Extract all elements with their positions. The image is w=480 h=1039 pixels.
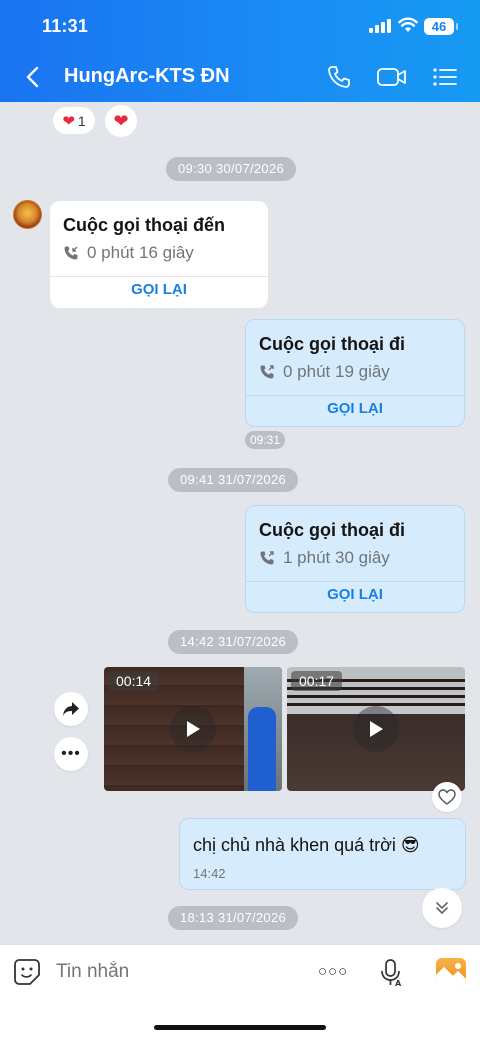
- video-call-icon[interactable]: [376, 64, 408, 90]
- incoming-call-card: Cuộc gọi thoại đến 0 phút 16 giây GỌI LẠ…: [50, 201, 268, 308]
- call-duration-row: 0 phút 19 giây: [259, 362, 390, 382]
- battery-indicator: 46: [424, 18, 458, 35]
- scroll-to-bottom-button[interactable]: [422, 888, 462, 928]
- video-thumbnail[interactable]: 00:17: [287, 667, 465, 791]
- menu-list-icon[interactable]: [432, 64, 458, 90]
- more-dots-icon: •••: [61, 745, 81, 762]
- divider: [246, 581, 464, 582]
- heart-reaction-icon: ❤: [62, 112, 75, 130]
- call-duration-row: 1 phút 30 giây: [259, 548, 390, 568]
- more-actions-icon[interactable]: ○○○: [318, 963, 348, 980]
- video-thumbnail[interactable]: 00:14: [104, 667, 282, 791]
- message-time: 09:31: [245, 431, 286, 449]
- photo-gallery-icon[interactable]: [436, 958, 466, 986]
- voice-input-icon[interactable]: A: [379, 958, 403, 988]
- chat-header: 11:31 46 HungArc-KTS ĐN: [0, 0, 480, 102]
- avatar[interactable]: [13, 200, 42, 229]
- message-text: chị chủ nhà khen quá trời 😎: [193, 835, 420, 855]
- status-bar: 11:31 46: [0, 0, 480, 52]
- forward-icon: [63, 702, 79, 716]
- composer-bar: ○○○ A: [0, 944, 480, 1039]
- divider: [246, 395, 464, 396]
- home-indicator: [154, 1025, 326, 1030]
- outgoing-call-card: Cuộc gọi thoại đi 0 phút 19 giây GỌI LẠI: [245, 319, 465, 427]
- wifi-icon: [398, 17, 418, 32]
- outgoing-call-icon: [260, 365, 274, 379]
- play-icon[interactable]: [353, 706, 399, 752]
- sticker-icon[interactable]: [13, 958, 41, 986]
- message-time: 14:42: [193, 866, 226, 881]
- call-title: Cuộc gọi thoại đi: [259, 334, 405, 354]
- call-back-button[interactable]: GỌI LẠI: [246, 400, 464, 417]
- nav-bar: HungArc-KTS ĐN: [0, 52, 480, 102]
- heart-outline-icon: [438, 789, 456, 805]
- react-button[interactable]: [432, 782, 462, 812]
- divider: [50, 276, 268, 277]
- call-duration-row: 0 phút 16 giây: [63, 243, 194, 263]
- call-title: Cuộc gọi thoại đi: [259, 520, 405, 540]
- incoming-call-icon: [64, 246, 78, 260]
- call-title: Cuộc gọi thoại đến: [63, 215, 225, 235]
- call-duration: 0 phút 19 giây: [283, 362, 390, 381]
- call-back-button[interactable]: GỌI LẠI: [246, 586, 464, 603]
- call-duration: 1 phút 30 giây: [283, 548, 390, 567]
- reaction-summary[interactable]: ❤ 1: [53, 107, 95, 134]
- call-back-button[interactable]: GỌI LẠI: [50, 281, 268, 298]
- forward-button[interactable]: [54, 692, 88, 726]
- outgoing-call-icon: [260, 551, 274, 565]
- outgoing-text-message[interactable]: chị chủ nhà khen quá trời 😎 14:42: [179, 818, 466, 890]
- more-options-button[interactable]: •••: [54, 737, 88, 771]
- date-separator: 18:13 31/07/2026: [168, 906, 299, 930]
- play-icon[interactable]: [170, 706, 216, 752]
- outgoing-call-card: Cuộc gọi thoại đi 1 phút 30 giây GỌI LẠI: [245, 505, 465, 613]
- heart-icon: ❤: [113, 110, 129, 131]
- date-separator: 09:41 31/07/2026: [168, 468, 299, 492]
- date-separator: 09:30 30/07/2026: [166, 157, 297, 181]
- call-duration: 0 phút 16 giây: [87, 243, 194, 262]
- contact-name[interactable]: HungArc-KTS ĐN: [64, 65, 230, 88]
- status-time: 11:31: [42, 16, 89, 36]
- double-chevron-down-icon: [436, 902, 448, 914]
- date-separator: 14:42 31/07/2026: [168, 630, 299, 654]
- svg-text:A: A: [395, 979, 402, 988]
- reaction-count: 1: [77, 112, 86, 129]
- video-duration: 00:17: [291, 671, 343, 691]
- cellular-signal-icon: [369, 19, 391, 33]
- back-arrow-icon[interactable]: [22, 64, 44, 90]
- react-button[interactable]: ❤: [105, 105, 137, 137]
- message-input[interactable]: [56, 961, 286, 983]
- message-list[interactable]: ❤ 1 ❤ 09:30 30/07/2026 Cuộc gọi thoại đế…: [0, 102, 480, 944]
- voice-call-icon[interactable]: [326, 64, 352, 90]
- video-duration: 00:14: [108, 671, 160, 691]
